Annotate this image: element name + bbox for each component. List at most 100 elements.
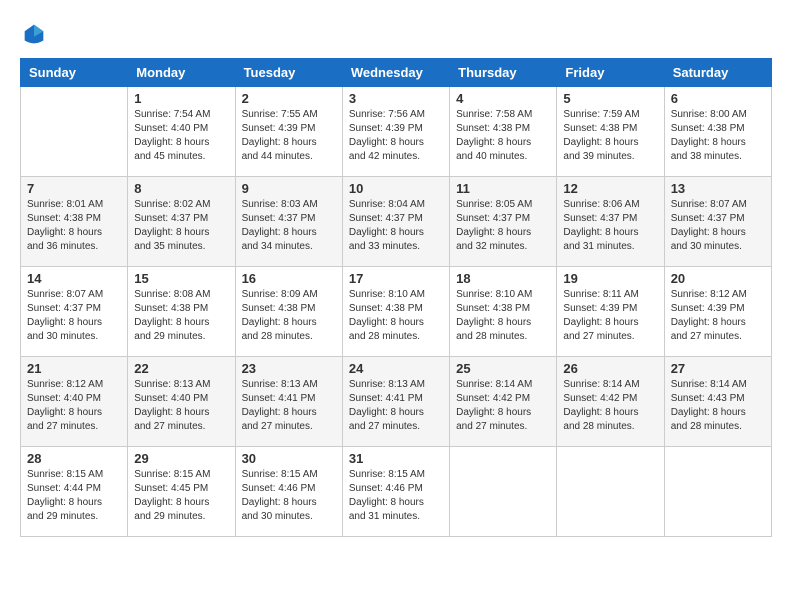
day-number: 1 xyxy=(134,91,228,106)
day-info: Sunrise: 7:59 AMSunset: 4:38 PMDaylight:… xyxy=(563,108,657,164)
day-number: 15 xyxy=(134,271,228,286)
day-info: Sunrise: 7:58 AMSunset: 4:38 PMDaylight:… xyxy=(456,108,550,164)
day-cell: 9 Sunrise: 8:03 AMSunset: 4:37 PMDaylight… xyxy=(235,177,342,267)
day-info: Sunrise: 8:13 AMSunset: 4:41 PMDaylight:… xyxy=(242,378,336,434)
day-cell: 19 Sunrise: 8:11 AMSunset: 4:39 PMDayligh… xyxy=(557,267,664,357)
day-number: 11 xyxy=(456,181,550,196)
weekday-header-row: SundayMondayTuesdayWednesdayThursdayFrid… xyxy=(21,59,772,87)
day-cell: 14 Sunrise: 8:07 AMSunset: 4:37 PMDayligh… xyxy=(21,267,128,357)
day-info: Sunrise: 8:03 AMSunset: 4:37 PMDaylight:… xyxy=(242,198,336,254)
day-number: 20 xyxy=(671,271,765,286)
day-number: 6 xyxy=(671,91,765,106)
day-info: Sunrise: 8:15 AMSunset: 4:46 PMDaylight:… xyxy=(242,468,336,524)
day-info: Sunrise: 8:06 AMSunset: 4:37 PMDaylight:… xyxy=(563,198,657,254)
day-cell: 1 Sunrise: 7:54 AMSunset: 4:40 PMDaylight… xyxy=(128,87,235,177)
day-cell: 3 Sunrise: 7:56 AMSunset: 4:39 PMDaylight… xyxy=(342,87,449,177)
week-row-1: 1 Sunrise: 7:54 AMSunset: 4:40 PMDaylight… xyxy=(21,87,772,177)
day-info: Sunrise: 8:01 AMSunset: 4:38 PMDaylight:… xyxy=(27,198,121,254)
weekday-header-friday: Friday xyxy=(557,59,664,87)
day-number: 10 xyxy=(349,181,443,196)
day-cell xyxy=(664,447,771,537)
day-number: 14 xyxy=(27,271,121,286)
day-info: Sunrise: 8:07 AMSunset: 4:37 PMDaylight:… xyxy=(671,198,765,254)
day-info: Sunrise: 7:55 AMSunset: 4:39 PMDaylight:… xyxy=(242,108,336,164)
day-number: 26 xyxy=(563,361,657,376)
day-info: Sunrise: 8:15 AMSunset: 4:44 PMDaylight:… xyxy=(27,468,121,524)
week-row-5: 28 Sunrise: 8:15 AMSunset: 4:44 PMDayligh… xyxy=(21,447,772,537)
day-number: 12 xyxy=(563,181,657,196)
day-cell: 6Sunrise: 8:00 AMSunset: 4:38 PMDaylight… xyxy=(664,87,771,177)
week-row-4: 21 Sunrise: 8:12 AMSunset: 4:40 PMDayligh… xyxy=(21,357,772,447)
week-row-3: 14 Sunrise: 8:07 AMSunset: 4:37 PMDayligh… xyxy=(21,267,772,357)
day-number: 2 xyxy=(242,91,336,106)
day-cell xyxy=(21,87,128,177)
header xyxy=(20,20,772,48)
day-number: 9 xyxy=(242,181,336,196)
day-cell: 16Sunrise: 8:09 AMSunset: 4:38 PMDayligh… xyxy=(235,267,342,357)
day-cell: 26 Sunrise: 8:14 AMSunset: 4:42 PMDayligh… xyxy=(557,357,664,447)
weekday-header-saturday: Saturday xyxy=(664,59,771,87)
day-info: Sunrise: 7:54 AMSunset: 4:40 PMDaylight:… xyxy=(134,108,228,164)
day-cell: 5 Sunrise: 7:59 AMSunset: 4:38 PMDaylight… xyxy=(557,87,664,177)
day-cell: 11 Sunrise: 8:05 AMSunset: 4:37 PMDayligh… xyxy=(450,177,557,267)
weekday-header-monday: Monday xyxy=(128,59,235,87)
day-info: Sunrise: 8:15 AMSunset: 4:46 PMDaylight:… xyxy=(349,468,443,524)
day-number: 19 xyxy=(563,271,657,286)
day-number: 30 xyxy=(242,451,336,466)
day-number: 21 xyxy=(27,361,121,376)
day-number: 28 xyxy=(27,451,121,466)
day-number: 4 xyxy=(456,91,550,106)
day-number: 23 xyxy=(242,361,336,376)
day-info: Sunrise: 8:14 AMSunset: 4:42 PMDaylight:… xyxy=(456,378,550,434)
day-cell: 12 Sunrise: 8:06 AMSunset: 4:37 PMDayligh… xyxy=(557,177,664,267)
day-cell xyxy=(450,447,557,537)
day-number: 7 xyxy=(27,181,121,196)
day-cell: 7 Sunrise: 8:01 AMSunset: 4:38 PMDaylight… xyxy=(21,177,128,267)
day-number: 13 xyxy=(671,181,765,196)
weekday-header-wednesday: Wednesday xyxy=(342,59,449,87)
day-number: 27 xyxy=(671,361,765,376)
day-number: 8 xyxy=(134,181,228,196)
day-cell: 24Sunrise: 8:13 AMSunset: 4:41 PMDayligh… xyxy=(342,357,449,447)
day-cell: 2 Sunrise: 7:55 AMSunset: 4:39 PMDaylight… xyxy=(235,87,342,177)
day-info: Sunrise: 8:02 AMSunset: 4:37 PMDaylight:… xyxy=(134,198,228,254)
day-info: Sunrise: 8:12 AMSunset: 4:40 PMDaylight:… xyxy=(27,378,121,434)
day-info: Sunrise: 8:08 AMSunset: 4:38 PMDaylight:… xyxy=(134,288,228,344)
day-cell: 30 Sunrise: 8:15 AMSunset: 4:46 PMDayligh… xyxy=(235,447,342,537)
day-cell: 8 Sunrise: 8:02 AMSunset: 4:37 PMDaylight… xyxy=(128,177,235,267)
day-info: Sunrise: 8:11 AMSunset: 4:39 PMDaylight:… xyxy=(563,288,657,344)
day-number: 17 xyxy=(349,271,443,286)
day-cell: 18 Sunrise: 8:10 AMSunset: 4:38 PMDayligh… xyxy=(450,267,557,357)
calendar: SundayMondayTuesdayWednesdayThursdayFrid… xyxy=(20,58,772,537)
day-cell: 10 Sunrise: 8:04 AMSunset: 4:37 PMDayligh… xyxy=(342,177,449,267)
day-number: 18 xyxy=(456,271,550,286)
day-info: Sunrise: 8:05 AMSunset: 4:37 PMDaylight:… xyxy=(456,198,550,254)
week-row-2: 7 Sunrise: 8:01 AMSunset: 4:38 PMDaylight… xyxy=(21,177,772,267)
day-info: Sunrise: 8:14 AMSunset: 4:43 PMDaylight:… xyxy=(671,378,765,434)
day-number: 5 xyxy=(563,91,657,106)
day-cell xyxy=(557,447,664,537)
day-cell: 21 Sunrise: 8:12 AMSunset: 4:40 PMDayligh… xyxy=(21,357,128,447)
day-number: 16 xyxy=(242,271,336,286)
day-cell: 27 Sunrise: 8:14 AMSunset: 4:43 PMDayligh… xyxy=(664,357,771,447)
day-info: Sunrise: 8:15 AMSunset: 4:45 PMDaylight:… xyxy=(134,468,228,524)
day-number: 22 xyxy=(134,361,228,376)
day-number: 25 xyxy=(456,361,550,376)
day-cell: 22 Sunrise: 8:13 AMSunset: 4:40 PMDayligh… xyxy=(128,357,235,447)
day-info: Sunrise: 8:04 AMSunset: 4:37 PMDaylight:… xyxy=(349,198,443,254)
day-info: Sunrise: 8:07 AMSunset: 4:37 PMDaylight:… xyxy=(27,288,121,344)
day-info: Sunrise: 8:14 AMSunset: 4:42 PMDaylight:… xyxy=(563,378,657,434)
day-cell: 31Sunrise: 8:15 AMSunset: 4:46 PMDayligh… xyxy=(342,447,449,537)
day-info: Sunrise: 7:56 AMSunset: 4:39 PMDaylight:… xyxy=(349,108,443,164)
day-info: Sunrise: 8:13 AMSunset: 4:40 PMDaylight:… xyxy=(134,378,228,434)
day-info: Sunrise: 8:10 AMSunset: 4:38 PMDaylight:… xyxy=(349,288,443,344)
weekday-header-tuesday: Tuesday xyxy=(235,59,342,87)
day-number: 24 xyxy=(349,361,443,376)
logo xyxy=(20,20,52,48)
day-cell: 13 Sunrise: 8:07 AMSunset: 4:37 PMDayligh… xyxy=(664,177,771,267)
day-info: Sunrise: 8:10 AMSunset: 4:38 PMDaylight:… xyxy=(456,288,550,344)
weekday-header-sunday: Sunday xyxy=(21,59,128,87)
day-cell: 28 Sunrise: 8:15 AMSunset: 4:44 PMDayligh… xyxy=(21,447,128,537)
day-number: 3 xyxy=(349,91,443,106)
weekday-header-thursday: Thursday xyxy=(450,59,557,87)
